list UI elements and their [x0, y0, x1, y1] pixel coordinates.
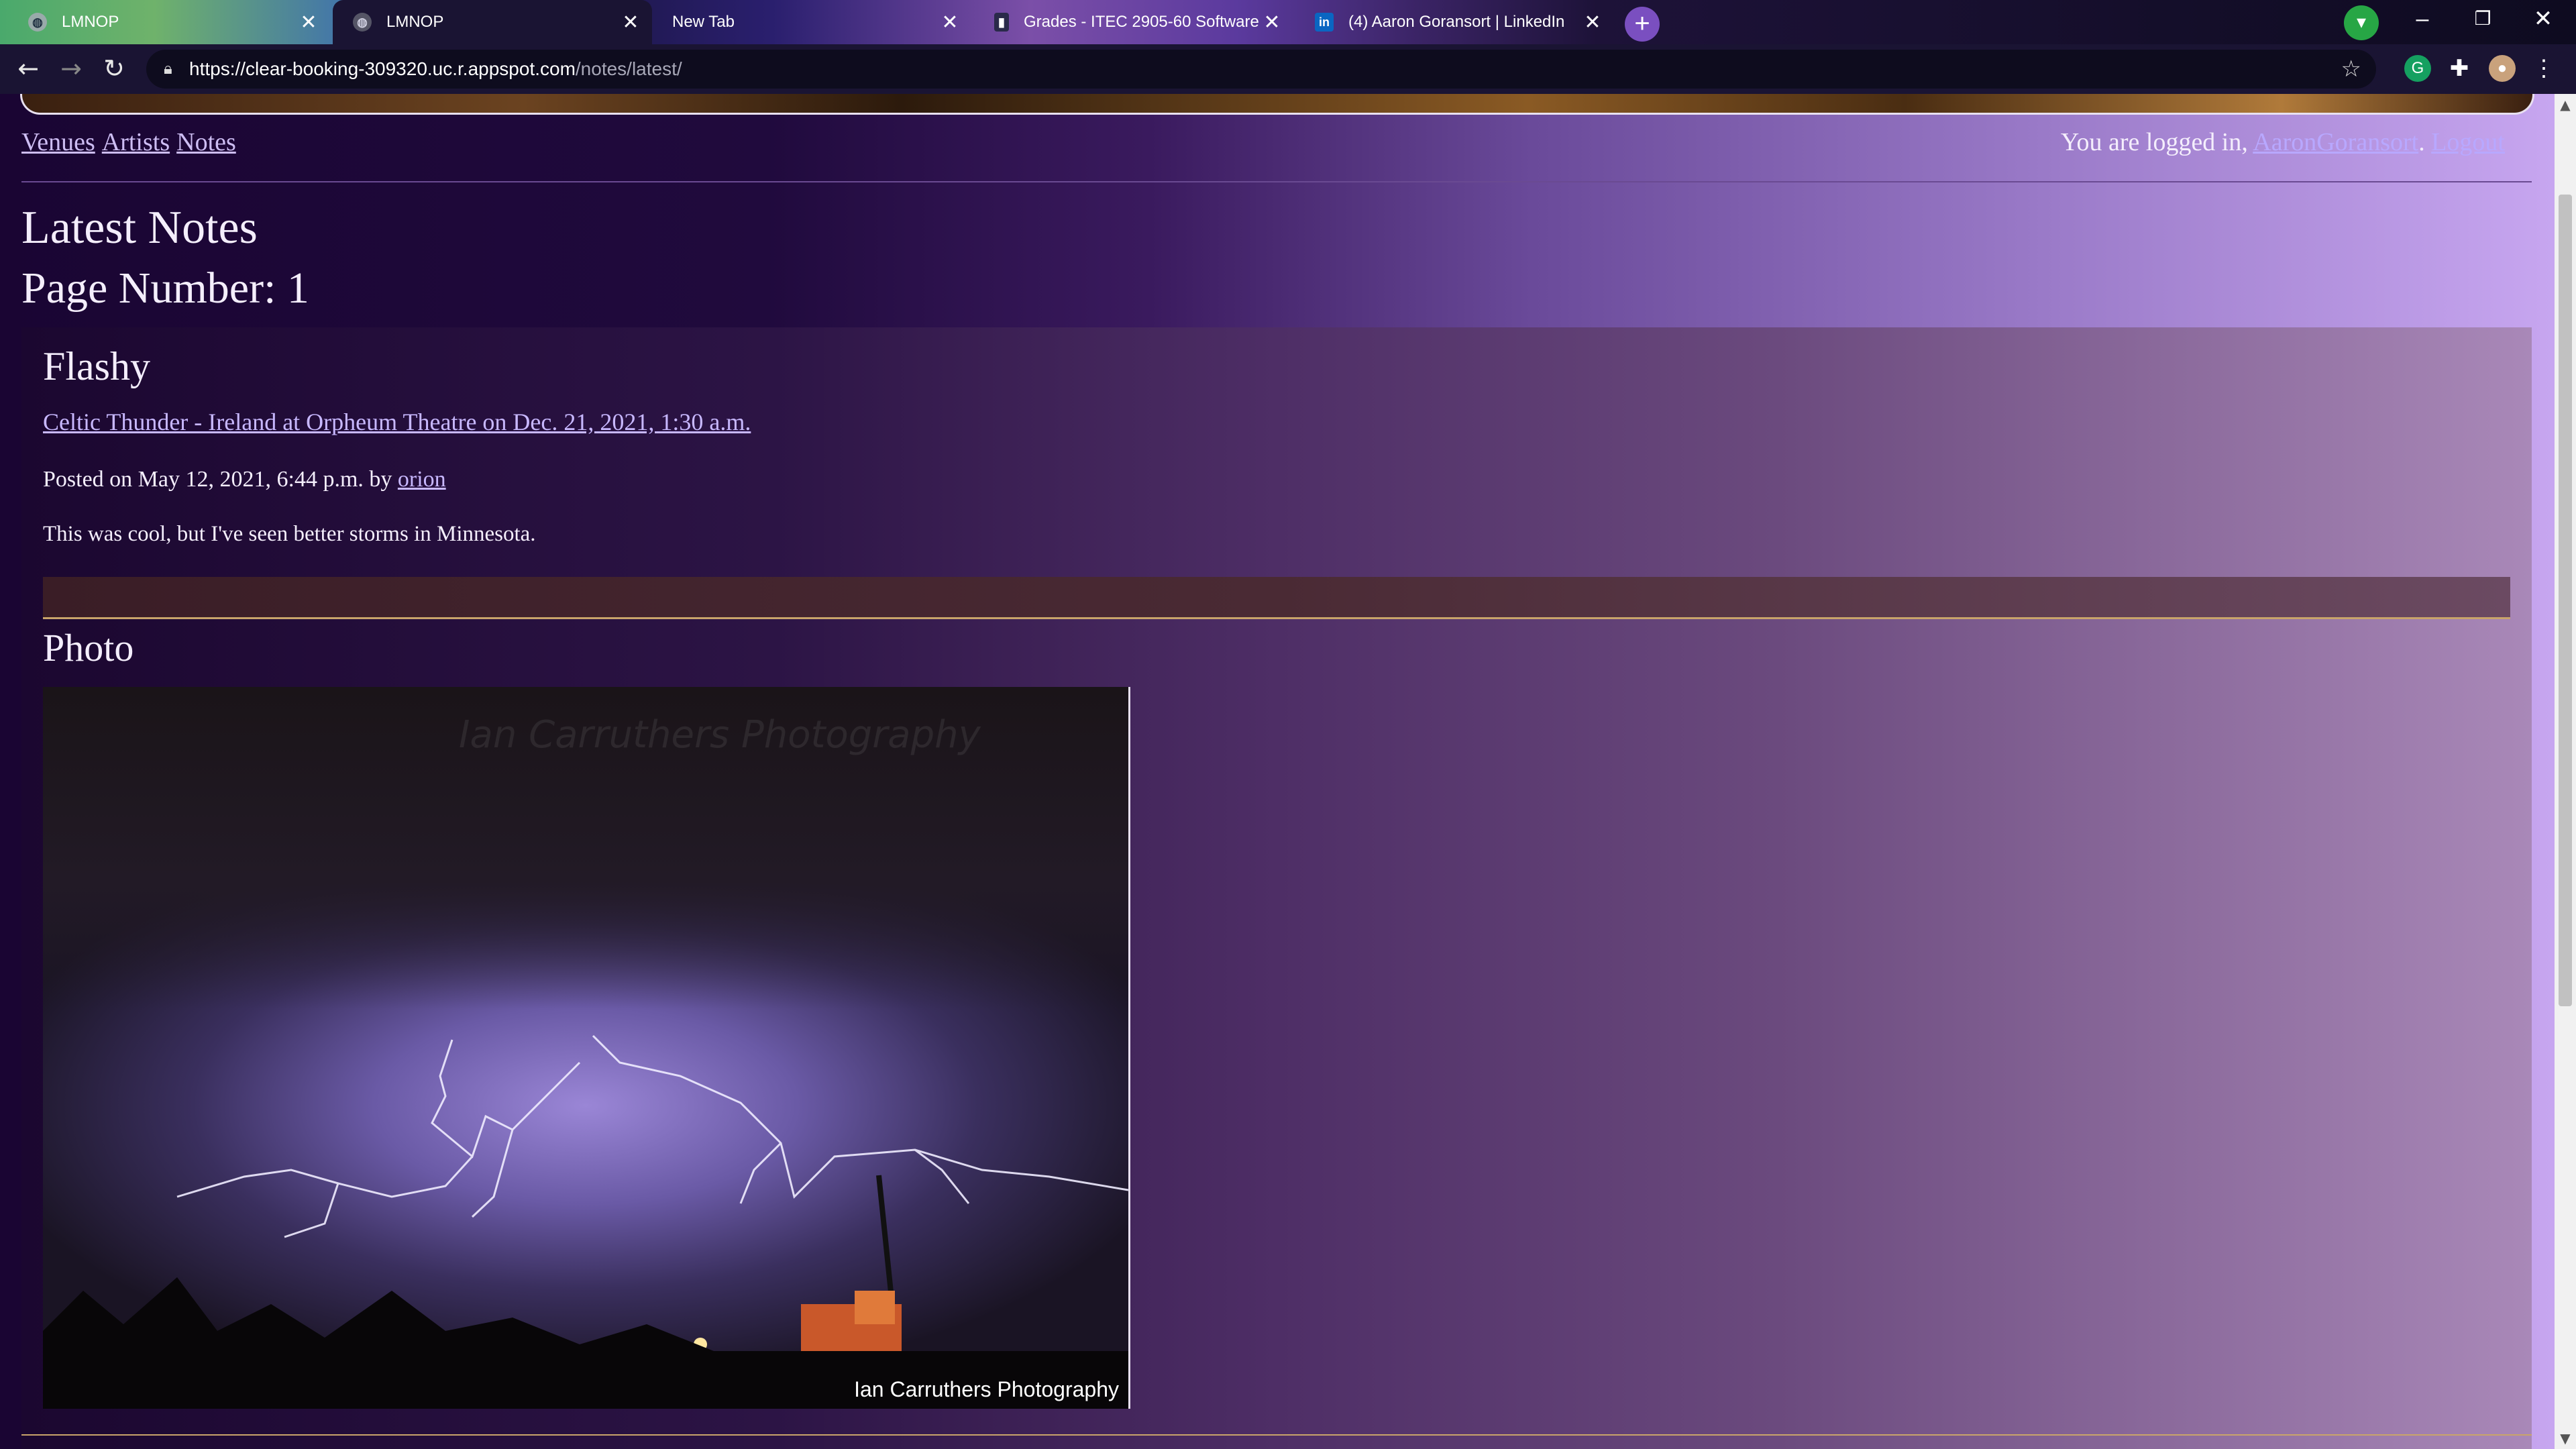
- d2l-icon: ▮: [994, 13, 1009, 32]
- extensions-icon[interactable]: ✚: [2446, 55, 2473, 82]
- note-photo: Ian Carruthers Photography Ian Carruther…: [43, 687, 1130, 1409]
- author-link[interactable]: orion: [398, 467, 446, 492]
- download-icon[interactable]: ▾: [2344, 5, 2379, 40]
- close-icon[interactable]: ✕: [1258, 11, 1285, 34]
- page-title: Latest Notes: [21, 202, 258, 254]
- page-viewport: Venues Artists Notes You are logged in, Aa…: [0, 94, 2555, 1449]
- note-divider-strip: [43, 577, 2510, 619]
- close-icon[interactable]: ✕: [1579, 11, 1606, 34]
- site-nav: Venues Artists Notes: [21, 127, 243, 157]
- tab-lmnop-2[interactable]: ◍ LMNOP ✕: [333, 0, 652, 44]
- back-icon[interactable]: ←: [11, 51, 46, 86]
- grammarly-icon[interactable]: G: [2404, 55, 2431, 82]
- show-link[interactable]: Celtic Thunder - Ireland at Orpheum Thea…: [43, 408, 751, 436]
- linkedin-icon: in: [1315, 13, 1334, 32]
- bookmark-star-icon[interactable]: ☆: [2341, 50, 2361, 89]
- tab-lmnop-1[interactable]: ◍ LMNOP ✕: [8, 0, 330, 44]
- lightning-graphic: [43, 1034, 1128, 1409]
- window-close-button[interactable]: ✕: [2513, 0, 2573, 40]
- tab-title: LMNOP: [62, 13, 119, 31]
- address-bar[interactable]: 🔒︎ https://clear-booking-309320.uc.r.app…: [146, 50, 2376, 89]
- menu-icon[interactable]: ⋮: [2530, 55, 2557, 82]
- note-posted-info: Posted on May 12, 2021, 6:44 p.m. by ori…: [43, 467, 446, 492]
- profile-link[interactable]: AaronGoransort: [2253, 128, 2418, 156]
- logout-link[interactable]: Logout: [2431, 128, 2505, 156]
- tab-title: New Tab: [672, 13, 735, 31]
- url-host: https://clear-booking-309320.uc.r.appspo…: [189, 58, 576, 79]
- divider: [21, 181, 2532, 182]
- photo-caption: Ian Carruthers Photography: [854, 1377, 1119, 1401]
- page-number: Page Number: 1: [21, 264, 309, 313]
- nav-artists-link[interactable]: Artists: [102, 128, 170, 156]
- divider: [21, 1434, 2532, 1436]
- new-tab-button[interactable]: +: [1625, 7, 1660, 42]
- lock-icon: 🔒︎: [164, 60, 172, 78]
- vertical-scrollbar[interactable]: ▲ ▼: [2555, 94, 2576, 1449]
- scroll-up-icon[interactable]: ▲: [2555, 97, 2576, 113]
- posted-text: Posted on May 12, 2021, 6:44 p.m. by: [43, 467, 398, 492]
- browser-tab-strip: ◍ LMNOP ✕ ◍ LMNOP ✕ New Tab ✕ ▮ Grades -…: [0, 0, 2576, 44]
- browser-toolbar: ← → ↻ 🔒︎ https://clear-booking-309320.uc…: [0, 44, 2576, 94]
- scroll-down-icon[interactable]: ▼: [2555, 1430, 2576, 1446]
- url-text: https://clear-booking-309320.uc.r.appspo…: [189, 50, 682, 89]
- header-banner-image: [20, 94, 2534, 115]
- tab-new-tab[interactable]: New Tab ✕: [652, 0, 971, 44]
- login-text: You are logged in,: [2060, 128, 2253, 156]
- minimize-button[interactable]: –: [2392, 0, 2453, 40]
- scrollbar-thumb[interactable]: [2559, 195, 2572, 1006]
- globe-icon: ◍: [28, 13, 47, 32]
- tab-title: LMNOP: [386, 13, 444, 31]
- globe-icon: ◍: [353, 13, 372, 32]
- login-separator: .: [2418, 128, 2425, 156]
- reload-icon[interactable]: ↻: [97, 51, 131, 86]
- close-icon[interactable]: ✕: [617, 11, 644, 34]
- tab-linkedin[interactable]: in (4) Aaron Goransort | LinkedIn ✕: [1295, 0, 1614, 44]
- forward-icon[interactable]: →: [54, 51, 89, 86]
- note-title: Flashy: [43, 344, 151, 388]
- nav-notes-link[interactable]: Notes: [176, 128, 236, 156]
- tab-title: Grades - ITEC 2905-60 Software: [1024, 13, 1258, 31]
- login-status: You are logged in, AaronGoransort. Logou…: [2061, 127, 2505, 157]
- photo-heading: Photo: [43, 626, 134, 669]
- close-icon[interactable]: ✕: [936, 11, 963, 34]
- restore-button[interactable]: ❐: [2453, 0, 2513, 40]
- nav-venues-link[interactable]: Venues: [21, 128, 95, 156]
- close-icon[interactable]: ✕: [295, 11, 322, 34]
- note-text: This was cool, but I've seen better stor…: [43, 522, 536, 546]
- note-card: Flashy Celtic Thunder - Ireland at Orphe…: [21, 327, 2532, 1449]
- tab-title: (4) Aaron Goransort | LinkedIn: [1348, 13, 1565, 31]
- avatar[interactable]: ●: [2489, 55, 2516, 82]
- tab-grades[interactable]: ▮ Grades - ITEC 2905-60 Software ✕: [974, 0, 1293, 44]
- url-path: /notes/latest/: [575, 58, 682, 79]
